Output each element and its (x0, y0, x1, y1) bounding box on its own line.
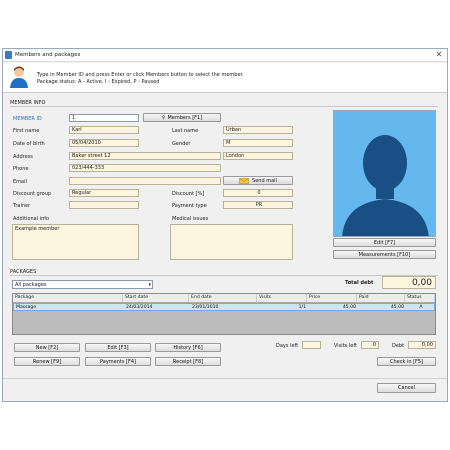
column-header-paid[interactable]: Paid (357, 294, 405, 302)
column-header-status[interactable]: Status (405, 294, 435, 302)
discount-label: Discount [%] (172, 191, 205, 197)
discount-field[interactable]: 0 (223, 189, 293, 197)
column-header-package[interactable]: Package (13, 294, 123, 302)
column-header-price[interactable]: Price (307, 294, 357, 302)
member-id-input[interactable]: 1 (69, 114, 139, 122)
column-header-end-date[interactable]: End date (189, 294, 257, 302)
window-title: Members and packages (15, 52, 81, 58)
table-header: Package Start date End date Visits Price… (13, 294, 435, 303)
additional-info-textarea[interactable]: Example member (12, 224, 139, 260)
receipt-button[interactable]: Receipt [F8] (155, 357, 221, 366)
visits-left-label: Visits left (334, 343, 357, 349)
phone-label: Phone (13, 166, 29, 172)
column-header-start-date[interactable]: Start date (123, 294, 189, 302)
chevron-down-icon: ▾ (148, 282, 151, 288)
table-row[interactable]: Massage 24/03/2014 23/01/3010 1/1 45.00 … (13, 303, 435, 311)
column-header-visits[interactable]: Visits (257, 294, 307, 302)
dob-label: Date of birth (13, 141, 45, 147)
medical-issues-textarea[interactable] (170, 224, 293, 260)
new-package-button[interactable]: New [F2] (14, 343, 80, 352)
medical-issues-label: Medical issues (172, 216, 209, 222)
instructions-header (3, 63, 447, 93)
close-icon[interactable]: ✕ (434, 50, 444, 60)
member-avatar-icon (10, 66, 28, 88)
total-debt-label: Total debt (345, 280, 374, 286)
person-silhouette-icon (342, 135, 429, 236)
city-field[interactable]: London (223, 152, 293, 160)
cell-status: A (419, 305, 423, 310)
cancel-button[interactable]: Cancel (377, 383, 436, 393)
search-icon: ⚲ (161, 115, 166, 121)
visits-left-field: 0 (361, 341, 379, 349)
days-left-field (302, 341, 321, 349)
phone-field[interactable]: 023/444-333 (69, 164, 221, 172)
payments-button[interactable]: Payments [F4] (85, 357, 151, 366)
history-button[interactable]: History [F6] (155, 343, 221, 352)
package-filter-value: All packages (15, 282, 47, 288)
email-field[interactable] (69, 177, 221, 185)
footer-divider (3, 378, 447, 379)
cell-price: 45.00 (342, 305, 356, 310)
member-id-label: MEMBER ID (13, 116, 42, 122)
members-button-label: Members [F1] (167, 115, 203, 121)
cell-end-date: 23/01/3010 (192, 305, 219, 310)
gender-label: Gender (172, 141, 191, 147)
send-mail-label: Send mail (252, 178, 277, 184)
last-name-field[interactable]: Urban (223, 126, 293, 134)
envelope-icon (239, 177, 249, 184)
dob-field[interactable]: 05/04/2010 (69, 139, 139, 147)
days-left-label: Days left (276, 343, 299, 349)
edit-package-button[interactable]: Edit [F3] (85, 343, 151, 352)
renew-button[interactable]: Renew [F9] (14, 357, 80, 366)
discount-group-field[interactable]: Regular (69, 189, 139, 197)
instruction-line-2: Package status: A - Active, I - Expired,… (37, 79, 160, 85)
section-divider (10, 106, 438, 107)
first-name-field[interactable]: Karl (69, 126, 139, 134)
debt-field: 0,00 (408, 341, 436, 349)
discount-group-label: Discount group (13, 191, 52, 197)
member-photo (333, 110, 436, 237)
packages-divider (10, 275, 438, 276)
last-name-label: Last name (172, 128, 199, 134)
gender-field[interactable]: M (223, 139, 293, 147)
address-label: Address (13, 154, 33, 160)
package-filter-select[interactable]: All packages ▾ (12, 280, 153, 289)
payment-type-field[interactable]: PR (223, 201, 293, 209)
send-mail-button[interactable]: Send mail (223, 176, 293, 185)
additional-info-label: Additional info (13, 216, 50, 222)
members-button[interactable]: ⚲ Members [F1] (143, 113, 221, 122)
cell-package: Massage (16, 305, 37, 310)
app-icon (5, 51, 12, 59)
check-in-button[interactable]: Check in [F5] (377, 357, 436, 366)
payment-type-label: Payment type (172, 203, 207, 209)
debt-label: Debt (392, 343, 405, 349)
cell-visits: 1/1 (298, 305, 306, 310)
email-label: Email (13, 179, 27, 185)
instruction-line-1: Type in Member ID and press Enter or cli… (37, 72, 244, 78)
address-field[interactable]: Baker street 12 (69, 152, 221, 160)
cell-paid: 45.00 (390, 305, 404, 310)
first-name-label: First name (13, 128, 40, 134)
edit-member-button[interactable]: Edit [F7] (333, 238, 436, 247)
trainer-label: Trainer (13, 203, 31, 209)
cell-start-date: 24/03/2014 (126, 305, 153, 310)
total-debt-value: 0,00 (382, 276, 436, 289)
packages-table: Package Start date End date Visits Price… (12, 293, 436, 335)
trainer-field[interactable] (69, 201, 139, 209)
measurements-button[interactable]: Measurements [F10] (333, 250, 436, 259)
